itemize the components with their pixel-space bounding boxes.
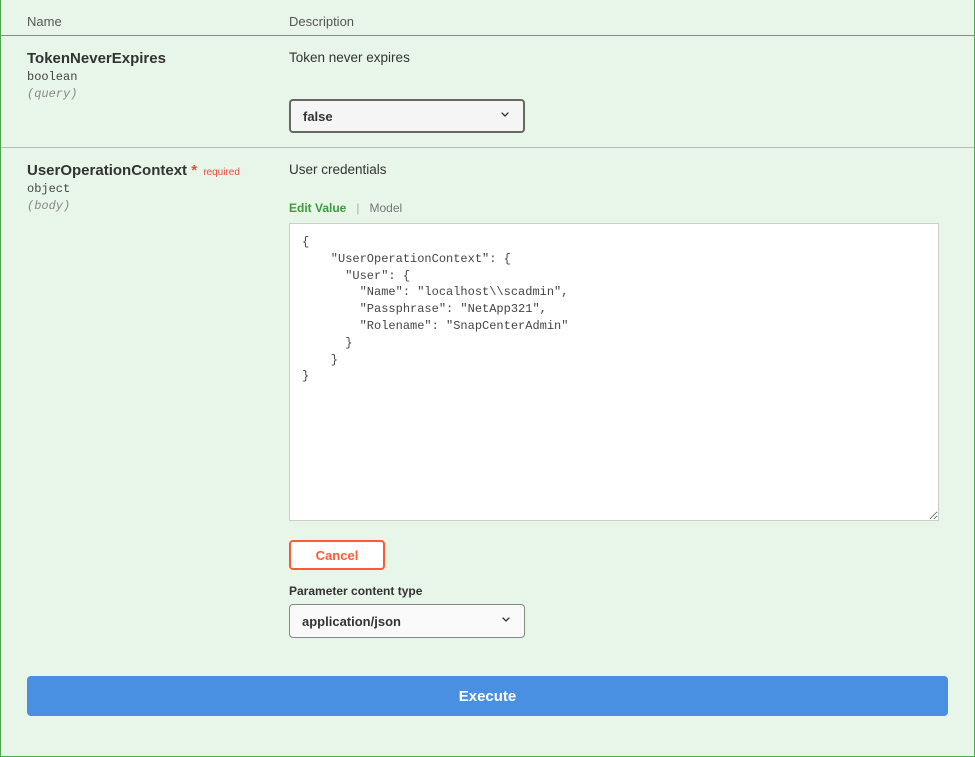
header-name: Name	[27, 14, 289, 29]
required-label: required	[203, 167, 240, 178]
param-type: boolean	[27, 70, 289, 84]
param-body: User credentials Edit Value | Model Canc…	[289, 162, 948, 638]
param-info: TokenNeverExpires boolean (query)	[27, 50, 289, 133]
param-body: Token never expires false	[289, 50, 948, 133]
cancel-button[interactable]: Cancel	[289, 540, 385, 570]
param-in: (query)	[27, 87, 289, 101]
param-name: UserOperationContext * required	[27, 162, 289, 179]
content-type-value: application/json	[302, 614, 401, 629]
params-table-header: Name Description	[1, 8, 974, 36]
execute-button[interactable]: Execute	[27, 676, 948, 716]
content-type-select[interactable]: application/json	[289, 604, 525, 638]
value-model-tabs: Edit Value | Model	[289, 201, 948, 215]
header-description: Description	[289, 14, 948, 29]
chevron-down-icon	[500, 614, 512, 629]
content-type-label: Parameter content type	[289, 584, 948, 598]
required-star: *	[191, 162, 197, 179]
param-row-token-never-expires: TokenNeverExpires boolean (query) Token …	[1, 36, 974, 148]
param-description: Token never expires	[289, 50, 948, 65]
tab-model[interactable]: Model	[369, 201, 402, 215]
swagger-try-it-out-panel: Name Description TokenNeverExpires boole…	[0, 0, 975, 757]
param-row-user-operation-context: UserOperationContext * required object (…	[1, 148, 974, 652]
token-select-value: false	[303, 109, 333, 124]
param-info: UserOperationContext * required object (…	[27, 162, 289, 638]
tab-edit-value[interactable]: Edit Value	[289, 201, 346, 215]
tab-divider: |	[356, 201, 359, 215]
param-in: (body)	[27, 199, 289, 213]
chevron-down-icon	[499, 109, 511, 124]
body-json-editor[interactable]	[289, 223, 939, 521]
param-name: TokenNeverExpires	[27, 50, 289, 67]
param-description: User credentials	[289, 162, 948, 177]
token-select[interactable]: false	[289, 99, 525, 133]
param-type: object	[27, 182, 289, 196]
